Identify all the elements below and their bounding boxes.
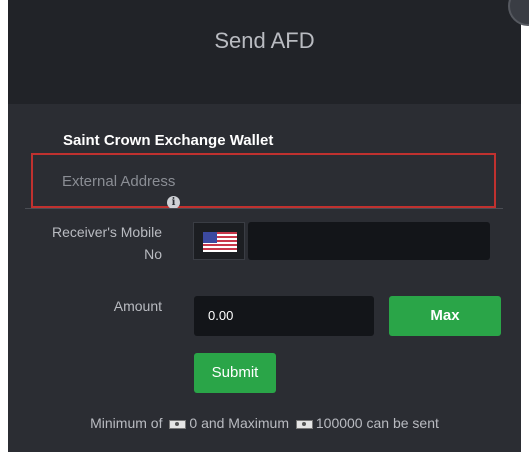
limits-prefix: Minimum of — [90, 415, 163, 431]
money-icon — [295, 419, 313, 429]
limits-max: 100000 — [315, 415, 363, 431]
limits-middle: and Maximum — [201, 415, 289, 431]
amount-input[interactable]: 0.00 — [194, 296, 374, 336]
divider — [25, 208, 503, 209]
external-address-highlight[interactable]: External Address i — [31, 153, 496, 209]
max-button[interactable]: Max — [389, 296, 501, 336]
amount-label: Amount — [113, 298, 162, 314]
us-flag-icon — [203, 232, 237, 252]
receiver-mobile-input[interactable] — [248, 222, 490, 260]
country-code-selector[interactable] — [193, 222, 245, 260]
receiver-mobile-label-line2: No — [144, 246, 162, 262]
receiver-mobile-label-line1: Receiver's Mobile — [51, 224, 162, 240]
modal-title: Send AFD — [214, 28, 315, 53]
limits-suffix: can be sent — [366, 415, 439, 431]
external-address-label[interactable]: External Address — [62, 173, 175, 190]
money-icon — [169, 419, 187, 429]
submit-button[interactable]: Submit — [194, 353, 276, 393]
send-modal: Send AFD Saint Crown Exchange Wallet Ext… — [8, 0, 529, 452]
modal-header: Send AFD — [8, 0, 521, 104]
wallet-label: Saint Crown Exchange Wallet — [63, 132, 274, 149]
limits-text: Minimum of 0 and Maximum 100000 can be s… — [8, 415, 521, 431]
receiver-mobile-label: Receiver's Mobile No — [38, 221, 162, 265]
limits-min: 0 — [189, 415, 198, 431]
